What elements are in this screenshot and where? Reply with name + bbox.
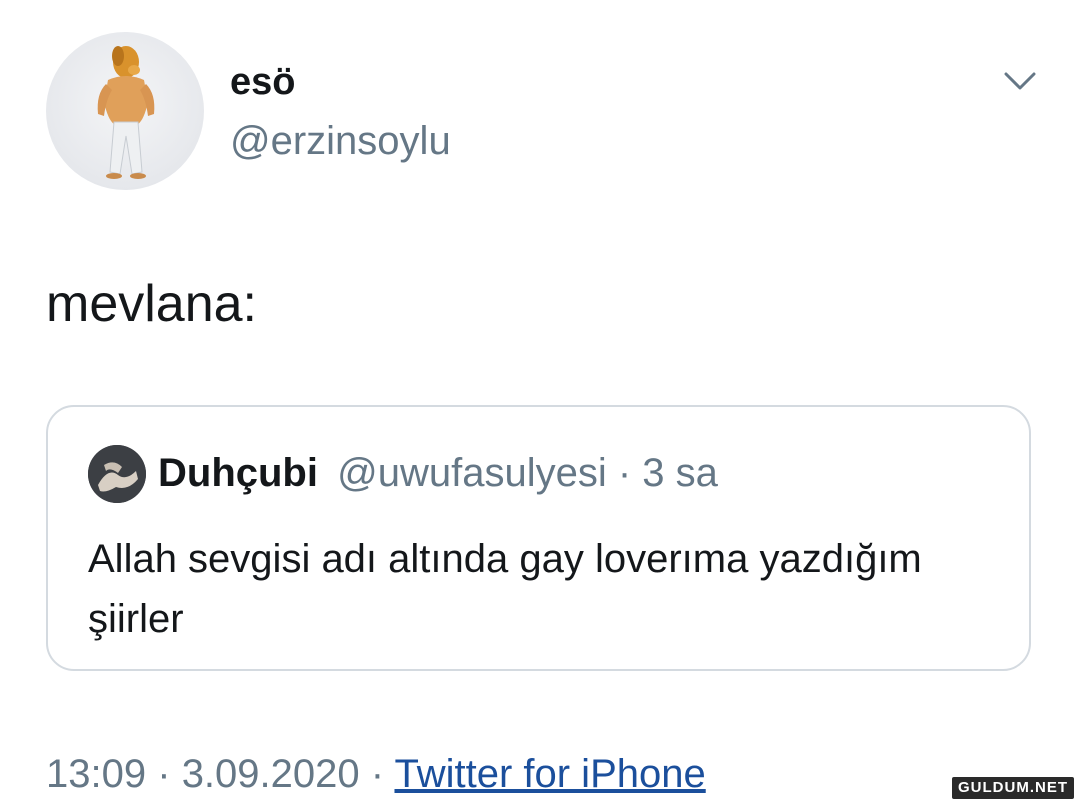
quoted-time[interactable]: 3 sa [642,451,718,495]
watermark-logo: GULDUM.NET [952,777,1074,799]
quoted-author-name[interactable]: Duhçubi [158,451,318,495]
tweet-menu-button[interactable] [1000,66,1040,96]
chevron-down-icon [1004,72,1036,90]
tweet-date[interactable]: 3.09.2020 [182,752,360,796]
muscular-dog-figure-icon [97,46,155,179]
meta-separator: · [157,752,171,796]
quoted-tweet-card[interactable]: Duhçubi @uwufasulyesi · 3 sa Allah sevgi… [46,405,1031,671]
author-avatar[interactable] [46,32,204,190]
source-link[interactable]: Twitter for iPhone [394,752,705,796]
author-display-name[interactable]: esö [230,58,295,106]
quoted-author-avatar[interactable] [88,445,146,503]
quoted-author-handle[interactable]: @uwufasulyesi [337,451,607,495]
quoted-separator: · [617,451,632,495]
quoted-tweet-text: Allah sevgisi adı altında gay loverıma y… [88,537,922,641]
tweet-text: mevlana: [46,275,257,333]
tweet-time[interactable]: 13:09 [46,752,146,796]
author-handle[interactable]: @erzinsoylu [230,116,451,166]
tweet-meta: 13:09 · 3.09.2020 · Twitter for iPhone [46,748,706,800]
hands-icon [88,445,146,503]
meta-separator: · [370,752,385,796]
quoted-tweet-header: Duhçubi @uwufasulyesi · 3 sa [158,447,718,499]
